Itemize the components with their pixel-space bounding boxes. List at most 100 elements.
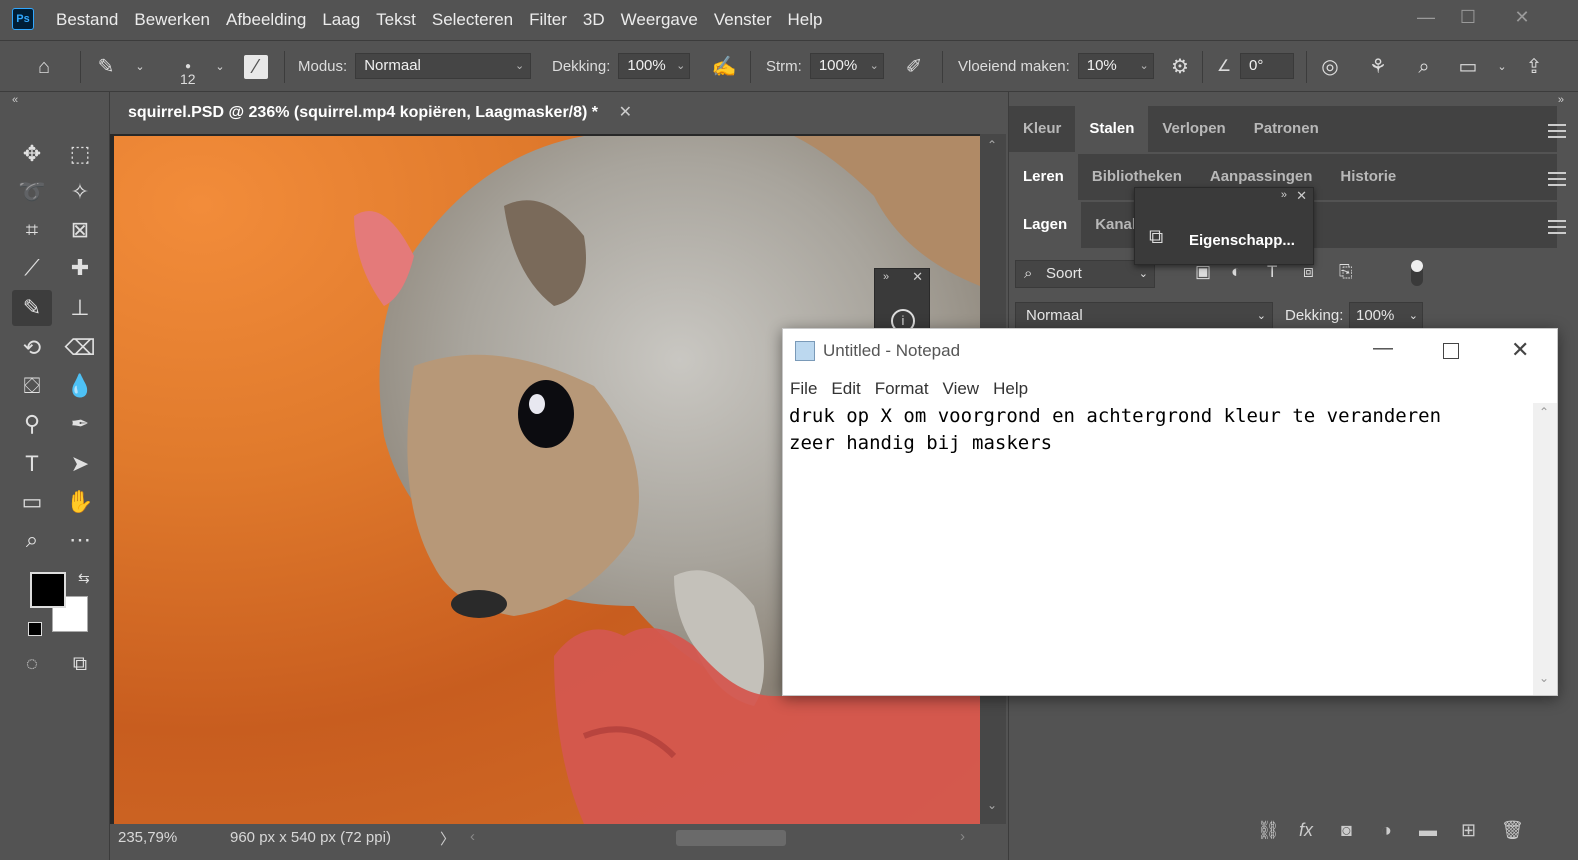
panel-menu-icon[interactable] [1548,124,1566,138]
close-icon[interactable]: ✕ [1502,4,1542,30]
horizontal-scroll-thumb[interactable] [676,830,786,846]
scroll-left-icon[interactable]: ‹ [470,828,475,845]
minimize-icon[interactable]: — [1406,4,1446,30]
close-icon[interactable]: ✕ [1511,337,1529,363]
maximize-icon[interactable]: ☐ [1448,4,1488,30]
blend-mode-select[interactable]: Normaal ⌄ [1015,302,1273,330]
filter-pixel-icon[interactable]: ▣ [1195,262,1211,282]
search-icon[interactable]: ⌕ [1410,53,1438,81]
frame-tool-icon[interactable]: ⊠ [60,212,100,248]
opacity-field[interactable]: 100% ⌄ [618,53,691,79]
paint-bucket-icon[interactable]: ⛋ [12,368,52,404]
notepad-menu-edit[interactable]: Edit [824,375,867,403]
move-tool-icon[interactable]: ✥ [12,136,52,172]
tab-verlopen[interactable]: Verlopen [1148,106,1239,152]
swap-colors-icon[interactable]: ⇆ [78,570,90,587]
expand-panels-icon[interactable]: » [1558,94,1564,106]
brush-preset-icon[interactable]: ✎ [92,53,120,81]
marquee-tool-icon[interactable]: ⬚ [60,136,100,172]
notepad-menu-view[interactable]: View [936,375,987,403]
chevron-down-icon[interactable]: ⌄ [206,53,234,81]
smoothing-field[interactable]: 10% ⌄ [1077,53,1154,79]
mode-select[interactable]: Normaal ⌄ [355,53,532,79]
symmetry-icon[interactable]: ⚘ [1364,53,1392,81]
new-layer-icon[interactable]: ⊞ [1461,820,1476,841]
properties-label[interactable]: Eigenschapp... [1189,232,1295,249]
filter-smart-object-icon[interactable]: ⎘ [1339,262,1353,282]
notepad-menu-help[interactable]: Help [986,375,1035,403]
status-menu-icon[interactable]: 〉 [440,828,455,849]
notepad-menu-file[interactable]: File [783,375,824,403]
menu-filter[interactable]: Filter [521,0,575,40]
tab-patronen[interactable]: Patronen [1240,106,1333,152]
screen-mode-icon[interactable]: ⧉ [60,646,100,682]
angle-field[interactable]: 0° [1240,53,1294,79]
chevron-down-icon[interactable]: ⌄ [1488,53,1516,81]
zoom-tool-icon[interactable]: ⌕ [12,522,52,558]
filter-adjustment-icon[interactable]: ◐ [1231,262,1241,282]
history-brush-icon[interactable]: ⟲ [12,330,52,366]
healing-brush-icon[interactable]: ✚ [60,250,100,286]
eyedropper-icon[interactable]: ⟋ [12,250,52,286]
eraser-icon[interactable]: ⌫ [60,330,100,366]
brush-tool-icon[interactable]: ✎ [12,290,52,326]
menu-help[interactable]: Help [780,0,831,40]
pen-tool-icon[interactable]: ✒ [60,406,100,442]
quick-selection-icon[interactable]: ✧ [60,174,100,210]
gear-icon[interactable]: ⚙ [1166,53,1194,81]
zoom-level[interactable]: 235,79% [118,829,177,846]
tab-kleur[interactable]: Kleur [1009,106,1075,152]
tab-stalen[interactable]: Stalen [1075,106,1149,152]
filter-type-icon[interactable]: T [1267,262,1277,282]
maximize-icon[interactable] [1443,343,1459,359]
filter-shape-icon[interactable]: ⧈ [1303,262,1314,282]
notepad-text-area[interactable]: druk op X om voorgrond en achtergrond kl… [789,403,1529,693]
chevron-down-icon[interactable]: ⌄ [126,53,154,81]
expand-icon[interactable]: » [883,271,889,283]
scroll-right-icon[interactable]: › [960,828,965,845]
crop-tool-icon[interactable]: ⌗ [12,212,52,248]
share-icon[interactable]: ⇪ [1520,53,1548,81]
workspace-icon[interactable]: ▭ [1454,53,1482,81]
blur-tool-icon[interactable]: 💧 [60,368,100,404]
tab-lagen[interactable]: Lagen [1009,202,1082,248]
type-tool-icon[interactable]: T [12,446,52,482]
tab-historie[interactable]: Historie [1326,154,1410,200]
menu-bestand[interactable]: Bestand [48,0,126,40]
foreground-color-swatch[interactable] [30,572,66,608]
adjustment-layer-icon[interactable]: ◑ [1381,820,1392,841]
menu-3d[interactable]: 3D [575,0,613,40]
minimize-icon[interactable]: — [1373,337,1393,360]
stamp-tool-icon[interactable]: ⊥ [60,290,100,326]
notepad-menu-format[interactable]: Format [868,375,936,403]
close-icon[interactable]: ✕ [912,269,923,285]
group-folder-icon[interactable]: ▬ [1419,820,1437,841]
menu-selecteren[interactable]: Selecteren [424,0,521,40]
notepad-scrollbar[interactable]: ⌃ ⌄ [1533,403,1557,695]
panel-menu-icon[interactable] [1548,172,1566,186]
menu-laag[interactable]: Laag [314,0,368,40]
pressure-opacity-icon[interactable]: ✍ [710,53,738,81]
dodge-tool-icon[interactable]: ⚲ [12,406,52,442]
scroll-down-icon[interactable]: ⌄ [987,798,997,812]
collapse-icon[interactable]: « [12,94,18,106]
close-icon[interactable]: ✕ [1296,188,1307,204]
document-tab[interactable]: squirrel.PSD @ 236% (squirrel.mp4 kopiër… [114,94,644,132]
home-icon[interactable]: ⌂ [30,53,58,81]
menu-weergave[interactable]: Weergave [613,0,706,40]
scroll-down-icon[interactable]: ⌄ [1539,671,1549,685]
layer-opacity-field[interactable]: 100% ⌄ [1349,302,1423,330]
panel-menu-icon[interactable] [1548,220,1566,234]
link-layers-icon[interactable]: ⛓ [1257,820,1280,841]
menu-bewerken[interactable]: Bewerken [126,0,218,40]
fx-icon[interactable]: fx [1299,820,1313,841]
flow-field[interactable]: 100% ⌄ [809,53,884,79]
airbrush-icon[interactable]: ✐ [900,53,928,81]
brush-settings-icon[interactable]: ⁄ [244,55,268,79]
menu-tekst[interactable]: Tekst [368,0,424,40]
path-selection-icon[interactable]: ➤ [60,446,100,482]
add-mask-icon[interactable]: ◙ [1341,820,1352,841]
filter-toggle[interactable] [1411,260,1423,286]
trash-icon[interactable]: 🗑 [1501,820,1524,841]
tab-leren[interactable]: Leren [1009,154,1078,200]
